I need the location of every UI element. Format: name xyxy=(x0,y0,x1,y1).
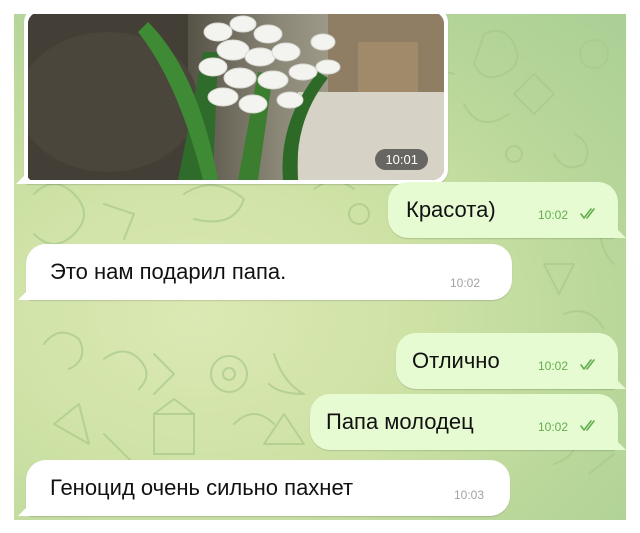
photo-message[interactable]: 10:01 xyxy=(16,14,448,184)
flower-photo[interactable]: 10:01 xyxy=(28,14,444,180)
message-text: Геноцид очень сильно пахнет xyxy=(50,475,354,500)
photo-timestamp: 10:01 xyxy=(375,149,428,170)
message-time: 10:02 xyxy=(450,276,481,290)
message-text: Папа молодец xyxy=(326,409,474,434)
message-time: 10:02 xyxy=(538,359,569,373)
message-bubble-outgoing[interactable]: Красота) 10:02 xyxy=(388,182,618,238)
chat-area[interactable]: 10:01 Красота) 10:02 Это нам подарил пап… xyxy=(14,14,626,520)
message-time: 10:02 xyxy=(538,420,569,434)
message-time: 10:02 xyxy=(538,208,569,222)
message-bubble-outgoing[interactable]: Папа молодец 10:02 xyxy=(310,394,618,450)
double-check-icon xyxy=(580,208,595,219)
message-bubble-outgoing[interactable]: Отлично 10:02 xyxy=(396,333,618,389)
message-text: Это нам подарил папа. xyxy=(50,259,287,284)
message-text: Отлично xyxy=(412,348,500,373)
double-check-icon xyxy=(580,420,595,431)
message-bubble-incoming[interactable]: Геноцид очень сильно пахнет 10:03 xyxy=(26,460,510,516)
message-bubble-incoming[interactable]: Это нам подарил папа. 10:02 xyxy=(26,244,512,300)
message-text: Красота) xyxy=(406,197,496,222)
double-check-icon xyxy=(580,359,595,370)
message-time: 10:03 xyxy=(454,488,485,502)
